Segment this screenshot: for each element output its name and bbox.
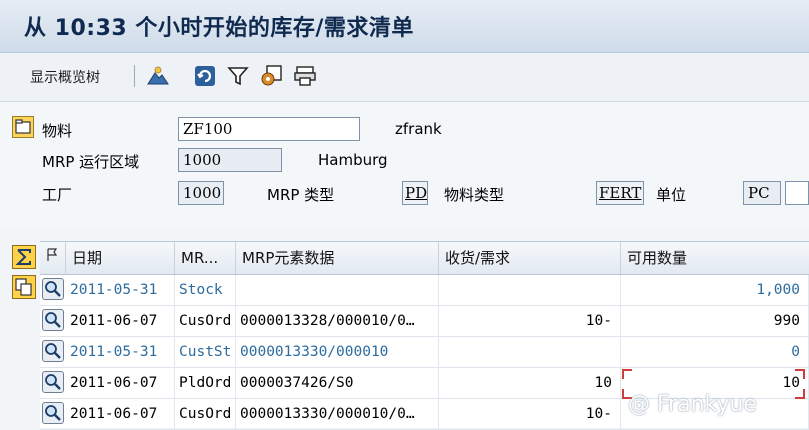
cell-mrp-element: 0000013330/000010/0… <box>236 399 439 429</box>
magnifier-icon <box>45 312 61 328</box>
cell-mrp: Stock <box>175 275 236 305</box>
cell-date: 2011-06-07 <box>66 306 175 336</box>
mountain-icon[interactable] <box>146 64 170 88</box>
cell-date: 2011-06-07 <box>66 368 175 398</box>
cell-mrp-element <box>236 275 439 305</box>
copy-icon <box>15 278 32 296</box>
table-row[interactable]: 2011-05-31 Stock 1,000 <box>40 275 809 306</box>
refresh-icon[interactable] <box>193 64 217 88</box>
cell-receipt: 10 <box>439 368 621 398</box>
highlight-corner <box>622 369 632 379</box>
highlight-corner <box>795 369 805 379</box>
mrp-type-field[interactable]: PD <box>402 181 428 205</box>
mrp-area-field[interactable]: 1000 <box>178 148 282 172</box>
row-detail-button[interactable] <box>42 371 64 393</box>
page-title: 从 10:33 个小时开始的库存/需求清单 <box>24 16 414 41</box>
filter-icon[interactable] <box>226 64 250 88</box>
cell-mrp-element: 0000013328/000010/0… <box>236 306 439 336</box>
column-mrp[interactable]: MR... <box>175 242 236 274</box>
cell-date: 2011-06-07 <box>66 399 175 429</box>
material-type-label: 物料类型 <box>444 186 505 204</box>
cell-receipt <box>439 337 621 367</box>
highlight-corner <box>795 389 805 399</box>
sum-button[interactable] <box>12 245 36 269</box>
material-description: zfrank <box>395 120 442 138</box>
material-field[interactable]: ZF100 <box>178 117 360 141</box>
table-row[interactable]: 2011-05-31 CustSt 0000013330/000010 0 <box>40 337 809 368</box>
cell-mrp: PldOrd <box>175 368 236 398</box>
watermark: @ Frankyue <box>628 392 757 417</box>
cell-date: 2011-05-31 <box>66 337 175 367</box>
cell-mrp-element: 0000013330/000010 <box>236 337 439 367</box>
material-type-field[interactable]: FERT <box>596 181 644 205</box>
cell-mrp: CustSt <box>175 337 236 367</box>
flag-icon <box>47 248 58 261</box>
row-detail-button[interactable] <box>42 278 64 300</box>
cell-receipt: 10- <box>439 306 621 336</box>
plant-label: 工厂 <box>42 186 73 204</box>
cell-date: 2011-05-31 <box>66 275 175 305</box>
column-date[interactable]: 日期 <box>66 242 175 274</box>
mrp-area-label: MRP 运行区域 <box>42 153 140 171</box>
unit-field[interactable]: PC <box>743 181 781 205</box>
copy-button[interactable] <box>12 275 36 299</box>
unit-label: 单位 <box>656 186 687 204</box>
title-bar: 从 10:33 个小时开始的库存/需求清单 <box>0 0 809 53</box>
row-detail-button[interactable] <box>42 309 64 331</box>
unit-extra-field[interactable] <box>785 181 809 205</box>
show-overview-tree-button[interactable]: 显示概览树 <box>30 67 100 87</box>
header-fields: 物料 ZF100 zfrank MRP 运行区域 1000 Hamburg 工厂… <box>0 102 809 230</box>
column-available-qty[interactable]: 可用数量 <box>621 242 809 274</box>
folder-icon <box>15 119 31 134</box>
cell-mrp-element: 0000037426/S0 <box>236 368 439 398</box>
column-receipt-requirement[interactable]: 收货/需求 <box>439 242 621 274</box>
table-header: 日期 MR... MRP元素数据 收货/需求 可用数量 <box>40 242 809 275</box>
material-help-button[interactable] <box>12 116 34 138</box>
row-detail-button[interactable] <box>42 402 64 424</box>
cell-receipt <box>439 275 621 305</box>
cell-mrp: CusOrd <box>175 399 236 429</box>
magnifier-icon <box>45 374 61 390</box>
cell-available: 990 <box>621 306 809 336</box>
toolbar-separator <box>134 65 135 87</box>
magnifier-icon <box>45 405 61 421</box>
row-detail-button[interactable] <box>42 340 64 362</box>
column-mrp-element-data[interactable]: MRP元素数据 <box>236 242 439 274</box>
sigma-icon <box>15 249 31 265</box>
toolbar: 显示概览树 <box>0 53 809 102</box>
material-label: 物料 <box>42 122 73 140</box>
cell-available: 0 <box>621 337 809 367</box>
magnifier-icon <box>45 281 61 297</box>
settings-icon[interactable] <box>259 64 283 88</box>
cell-receipt: 10- <box>439 399 621 429</box>
column-selector-icon[interactable] <box>40 242 66 274</box>
mrp-type-label: MRP 类型 <box>267 186 335 204</box>
print-icon[interactable] <box>293 64 317 88</box>
magnifier-icon <box>45 343 61 359</box>
mrp-area-description: Hamburg <box>318 151 388 169</box>
table-row[interactable]: 2011-06-07 CusOrd 0000013328/000010/0… 10- 9… <box>40 306 809 337</box>
plant-field[interactable]: 1000 <box>178 181 224 205</box>
cell-mrp: CusOrd <box>175 306 236 336</box>
cell-available: 1,000 <box>621 275 809 305</box>
